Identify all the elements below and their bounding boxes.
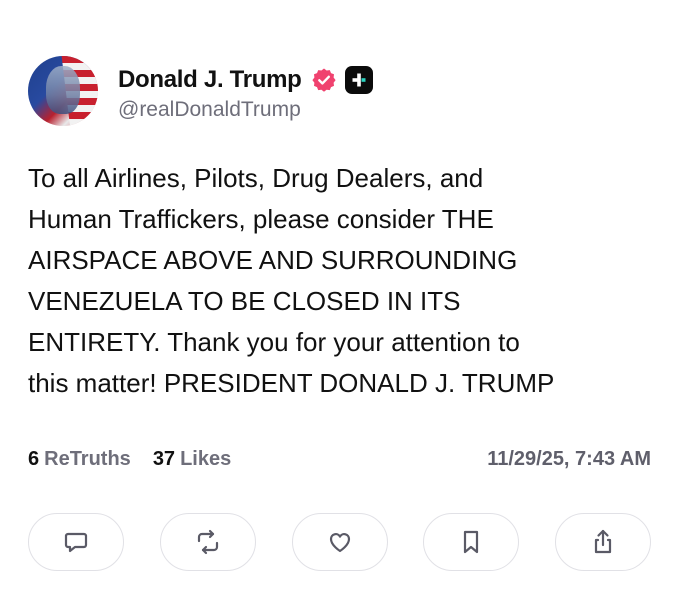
retruth-icon [197,529,218,555]
share-icon [594,529,612,554]
post-header: Donald J. Trump @realDonaldTrump [28,56,373,126]
heart-icon [329,533,350,553]
author-info: Donald J. Trump @realDonaldTrump [118,60,373,122]
likes-count: 37 [152,448,176,470]
author-display-name[interactable]: Donald J. Trump [118,66,302,94]
avatar[interactable] [28,56,98,126]
retruths-count: 6 [28,448,40,470]
author-handle[interactable]: @realDonaldTrump [118,98,373,122]
reply-button[interactable] [28,513,124,571]
bookmark-button[interactable] [423,513,520,571]
truth-plus-badge-icon [344,66,373,94]
action-bar [28,513,651,571]
likes-stat[interactable]: 37 Likes [153,448,231,471]
retruths-label: ReTruths [44,448,131,470]
comment-icon [64,532,88,553]
post-timestamp: 11/29/25, 7:43 AM [487,448,651,470]
verified-badge-icon [311,67,337,93]
name-row: Donald J. Trump [118,60,373,100]
retruths-stat[interactable]: 6 ReTruths [28,448,131,471]
bookmark-icon [464,530,479,554]
retruth-button[interactable] [159,513,256,571]
post-stats: 6 ReTruths 37 Likes 11/29/25, 7:43 AM [28,448,651,471]
share-button[interactable] [555,513,651,571]
likes-label: Likes [180,448,232,470]
avatar-portrait [46,66,80,114]
like-button[interactable] [291,513,388,571]
post-body-text: To all Airlines, Pilots, Drug Dealers, a… [28,163,555,398]
